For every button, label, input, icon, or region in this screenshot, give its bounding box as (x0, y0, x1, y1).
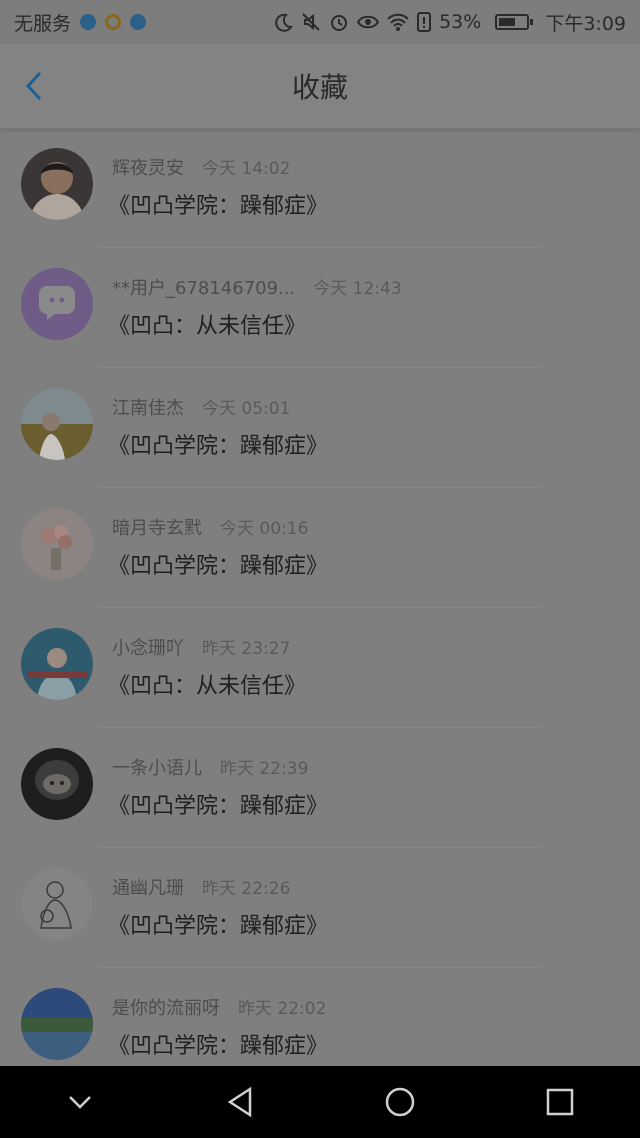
username: 是你的流丽呀 (112, 998, 220, 1019)
list-item[interactable]: 暗月寺玄黓 今天 00:16 《凹凸学院：躁郁症》 (0, 488, 640, 608)
carrier-text: 无服务 (14, 12, 72, 35)
circle-home-icon (385, 1087, 415, 1117)
chevron-down-icon (69, 1096, 91, 1109)
app-notification-icon (105, 14, 122, 30)
avatar[interactable] (21, 868, 93, 940)
list-item[interactable]: 通幽凡珊 昨天 22:26 《凹凸学院：躁郁症》 (0, 848, 640, 968)
clock-time: 下午3:09 (545, 12, 626, 35)
avatar[interactable] (21, 388, 93, 460)
avatar[interactable] (21, 508, 93, 580)
recents-nav-button[interactable] (530, 1072, 590, 1132)
timestamp: 今天 14:02 (202, 159, 291, 179)
timestamp: 昨天 22:39 (220, 759, 309, 779)
list-item[interactable]: 辉夜灵安 今天 14:02 《凹凸学院：躁郁症》 (0, 128, 640, 248)
username: 江南佳杰 (112, 398, 184, 419)
battery-percent: 53% (439, 11, 482, 33)
eye-icon (357, 12, 380, 32)
list-item[interactable]: 一条小语儿 昨天 22:39 《凹凸学院：躁郁症》 (0, 728, 640, 848)
story-title: 《凹凸学院：躁郁症》 (108, 434, 329, 459)
triangle-back-icon (227, 1086, 252, 1118)
username: **用户_678146709... (112, 278, 296, 299)
list-item[interactable]: 江南佳杰 今天 05:01 《凹凸学院：躁郁症》 (0, 368, 640, 488)
timestamp: 今天 12:43 (313, 279, 402, 299)
home-nav-button[interactable] (370, 1072, 430, 1132)
avatar[interactable] (21, 148, 93, 220)
avatar[interactable] (21, 268, 93, 340)
hide-nav-button[interactable] (50, 1072, 110, 1132)
chevron-left-icon (25, 71, 42, 101)
page-title: 收藏 (291, 71, 348, 104)
timestamp: 昨天 22:02 (238, 999, 327, 1019)
status-bar: 无服务 53% 下午3:09 (0, 0, 640, 44)
back-nav-button[interactable] (210, 1072, 270, 1132)
alarm-icon (329, 12, 349, 32)
story-title: 《凹凸：从未信任》 (108, 674, 307, 699)
timestamp: 昨天 23:27 (202, 639, 291, 659)
story-title: 《凹凸学院：躁郁症》 (108, 194, 329, 219)
username: 通幽凡珊 (112, 878, 184, 899)
list-item[interactable]: 小念珊吖 昨天 23:27 《凹凸：从未信任》 (0, 608, 640, 728)
story-title: 《凹凸学院：躁郁症》 (108, 554, 329, 579)
list-item[interactable]: **用户_678146709... 今天 12:43 《凹凸：从未信任》 (0, 248, 640, 368)
timestamp: 昨天 22:26 (202, 879, 291, 899)
message-notification-icon (80, 14, 97, 30)
username: 辉夜灵安 (112, 158, 184, 179)
avatar[interactable] (21, 628, 93, 700)
story-title: 《凹凸学院：躁郁症》 (108, 914, 329, 939)
square-recents-icon (546, 1088, 574, 1116)
timestamp: 今天 00:16 (220, 519, 309, 539)
wifi-icon (387, 12, 409, 32)
timestamp: 今天 05:01 (202, 399, 291, 419)
battery-icon (495, 14, 534, 30)
weather-notification-icon (130, 14, 147, 30)
back-button[interactable] (18, 70, 50, 102)
avatar[interactable] (21, 748, 93, 820)
username: 一条小语儿 (112, 758, 202, 779)
avatar[interactable] (21, 988, 93, 1060)
story-title: 《凹凸学院：躁郁症》 (108, 794, 329, 819)
sim-alert-icon (417, 12, 432, 32)
story-title: 《凹凸：从未信任》 (108, 314, 307, 339)
mute-icon (301, 12, 321, 32)
navigation-bar (0, 1066, 640, 1138)
username: 暗月寺玄黓 (112, 518, 202, 539)
header: 收藏 (0, 44, 640, 129)
username: 小念珊吖 (112, 638, 184, 659)
moon-icon (273, 12, 293, 32)
favorites-list: 辉夜灵安 今天 14:02 《凹凸学院：躁郁症》 **用户_678146709.… (0, 128, 640, 1088)
story-title: 《凹凸学院：躁郁症》 (108, 1034, 329, 1059)
